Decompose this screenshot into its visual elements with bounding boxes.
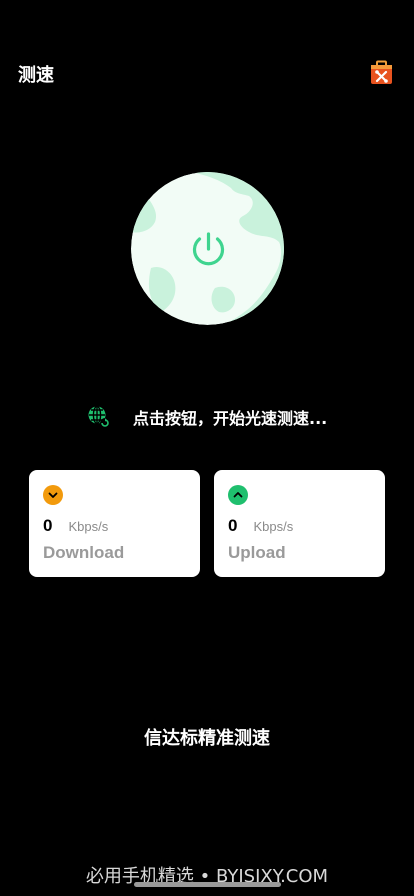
download-unit: Kbps/s	[68, 519, 109, 534]
toolbox-button[interactable]	[369, 60, 394, 86]
download-value-row: 0 Kbps/s	[43, 516, 108, 536]
home-indicator[interactable]	[134, 882, 281, 887]
upload-value-row: 0 Kbps/s	[228, 516, 293, 536]
upload-value: 0	[228, 516, 238, 535]
globe-graphic	[131, 172, 284, 325]
download-label: Download	[43, 543, 125, 562]
toolbox-icon	[371, 60, 392, 84]
start-test-button[interactable]	[131, 172, 284, 325]
brand-name: 信达标精准测速	[144, 728, 270, 749]
download-card: 0 Kbps/s Download	[29, 470, 200, 577]
upload-card: 0 Kbps/s Upload	[214, 470, 385, 577]
page-title: 测速	[18, 65, 54, 86]
chevron-up-icon	[228, 485, 248, 505]
upload-label: Upload	[228, 543, 286, 562]
status-text: 点击按钮，开始光速测速...	[133, 409, 328, 428]
status-line: 点击按钮，开始光速测速...	[87, 405, 327, 429]
chevron-down-icon	[43, 485, 63, 505]
download-value: 0	[43, 516, 53, 535]
globe-refresh-icon	[88, 405, 110, 428]
upload-unit: Kbps/s	[253, 519, 294, 534]
